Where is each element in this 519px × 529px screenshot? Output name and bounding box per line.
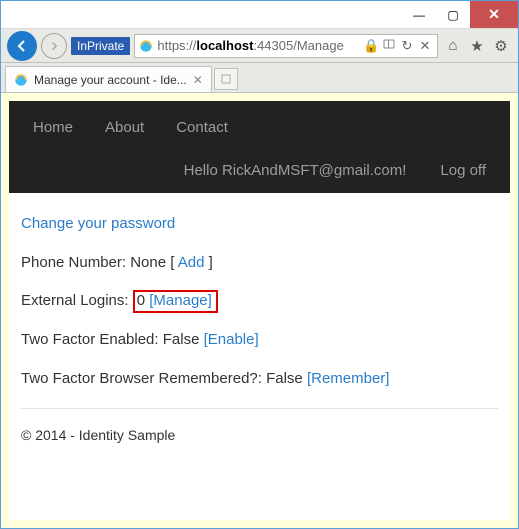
browser-urlbar: InPrivate https://localhost:44305/Manage… [1, 29, 518, 63]
arrow-left-icon [15, 39, 29, 53]
newtab-icon [221, 74, 231, 84]
phone-add-link[interactable]: Add [178, 254, 205, 271]
tab-close-button[interactable]: ✕ [193, 73, 203, 87]
new-tab-button[interactable] [214, 68, 238, 90]
lock-icon: 🔒 [363, 38, 379, 54]
phone-row: Phone Number: None [ Add ] [21, 252, 498, 275]
arrow-right-icon [49, 41, 59, 51]
settings-gear-icon[interactable]: ⚙ [490, 37, 512, 55]
nav-hello-user[interactable]: Hello RickAndMSFT@gmail.com! [184, 162, 407, 179]
ie-icon [139, 39, 153, 53]
window-close-button[interactable]: ✕ [470, 1, 518, 28]
two-factor-remember-link[interactable]: [Remember] [307, 370, 390, 387]
two-factor-browser-row: Two Factor Browser Remembered?: False [R… [21, 368, 498, 391]
external-logins-row: External Logins: 0 [Manage] [21, 290, 498, 313]
refresh-button[interactable]: ↻ [399, 38, 415, 54]
change-password-link[interactable]: Change your password [21, 215, 175, 232]
nav-logoff[interactable]: Log off [440, 162, 486, 179]
tab-strip: Manage your account - Ide... ✕ [1, 63, 518, 93]
tab-title: Manage your account - Ide... [34, 73, 187, 87]
ie-icon [14, 73, 28, 87]
browser-tab[interactable]: Manage your account - Ide... ✕ [5, 66, 212, 92]
nav-contact[interactable]: Contact [176, 119, 228, 136]
external-logins-highlight: 0 [Manage] [133, 290, 218, 313]
back-button[interactable] [7, 31, 37, 61]
nav-home[interactable]: Home [33, 119, 73, 136]
page-content: Change your password Phone Number: None … [9, 193, 510, 462]
inprivate-badge: InPrivate [71, 37, 130, 55]
home-icon[interactable]: ⌂ [442, 37, 464, 54]
compat-icon[interactable] [381, 38, 397, 53]
window-maximize-button[interactable]: ▢ [436, 1, 470, 28]
site-navbar: Home About Contact Hello RickAndMSFT@gma… [9, 101, 510, 193]
forward-button[interactable] [41, 33, 67, 59]
address-text: https://localhost:44305/Manage [157, 38, 359, 53]
nav-about[interactable]: About [105, 119, 144, 136]
page: Home About Contact Hello RickAndMSFT@gma… [9, 101, 510, 520]
external-logins-count: 0 [137, 292, 145, 309]
stop-button[interactable]: ✕ [417, 38, 433, 54]
two-factor-enable-link[interactable]: [Enable] [204, 331, 259, 348]
two-factor-enabled-row: Two Factor Enabled: False [Enable] [21, 329, 498, 352]
viewport: Home About Contact Hello RickAndMSFT@gma… [1, 93, 518, 528]
address-field[interactable]: https://localhost:44305/Manage 🔒 ↻ ✕ [134, 34, 438, 58]
external-logins-manage-link[interactable]: [Manage] [149, 292, 212, 309]
window-minimize-button[interactable]: — [402, 1, 436, 28]
favorites-icon[interactable]: ★ [466, 37, 488, 55]
divider [21, 408, 498, 409]
footer-text: © 2014 - Identity Sample [21, 425, 498, 446]
window-titlebar: — ▢ ✕ [1, 1, 518, 29]
